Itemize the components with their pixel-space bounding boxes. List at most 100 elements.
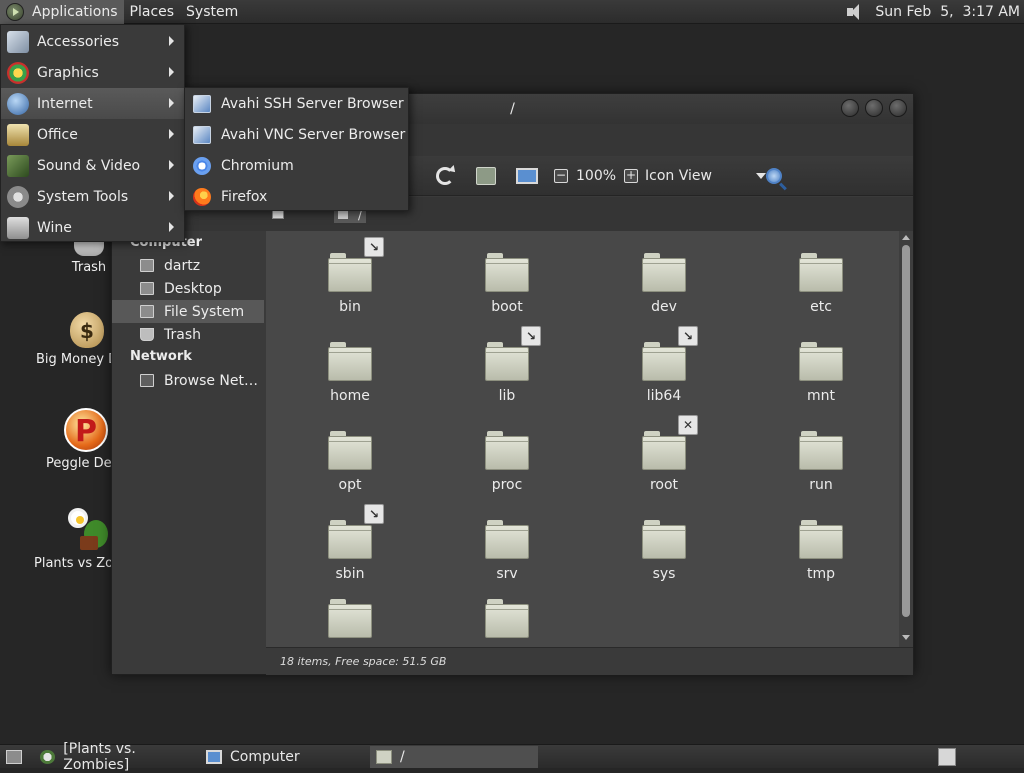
folder-icon (642, 520, 686, 560)
sidebar-item-desktop[interactable]: Desktop (112, 277, 264, 300)
folder-sys[interactable]: sys (614, 520, 714, 582)
menu-item-sound-video[interactable]: Sound & Video (1, 150, 184, 181)
wine-icon (7, 216, 29, 239)
folder-etc[interactable]: etc (771, 253, 871, 315)
sidebar-item-label: Trash (164, 326, 201, 343)
view-mode-select[interactable]: Icon View (645, 164, 766, 188)
scroll-up-arrow[interactable] (902, 235, 910, 240)
computer-button[interactable] (516, 164, 538, 188)
top-panel: Applications Places System Sun Feb 5, 3:… (0, 0, 1024, 24)
folder-home[interactable]: home (300, 342, 400, 404)
system-label: System (186, 3, 239, 20)
vertical-scrollbar[interactable] (899, 231, 913, 647)
close-button[interactable] (889, 99, 907, 117)
file-label: boot (491, 299, 523, 315)
avahi-icon (193, 94, 211, 113)
menu-item-avahi-vnc[interactable]: Avahi VNC Server Browser (185, 119, 408, 150)
folder-icon (376, 750, 392, 764)
file-label: bin (339, 299, 361, 315)
maximize-button[interactable] (865, 99, 883, 117)
chevron-right-icon (169, 129, 174, 139)
scrollbar-thumb[interactable] (902, 245, 910, 617)
file-label: tmp (806, 566, 835, 582)
home-button[interactable] (476, 164, 496, 188)
status-bar: 18 items, Free space: 51.5 GB (266, 647, 913, 675)
office-icon (7, 123, 29, 146)
menu-item-chromium[interactable]: Chromium (185, 150, 408, 181)
bottom-panel: [Plants vs. Zombies] Computer / (0, 741, 1024, 773)
file-label: run (809, 477, 833, 493)
folder-mnt[interactable]: mnt (771, 342, 871, 404)
folder-icon: ↘ (328, 504, 384, 560)
folder-lib[interactable]: ↘ lib (457, 326, 557, 404)
menu-item-label: Office (37, 126, 78, 143)
task-computer[interactable]: Computer (200, 746, 368, 768)
chromium-icon (193, 156, 211, 175)
task-plants-vs-zombies[interactable]: [Plants vs. Zombies] (34, 741, 200, 773)
menu-item-label: Chromium (221, 157, 294, 174)
graphics-icon (7, 61, 29, 84)
sidebar-item-label: Browse Net… (164, 372, 259, 389)
sidebar-item-dartz[interactable]: dartz (112, 254, 264, 277)
view-mode-label: Icon View (645, 168, 712, 184)
menu-item-avahi-ssh[interactable]: Avahi SSH Server Browser (185, 88, 408, 119)
globe-icon (7, 92, 29, 115)
menu-item-wine[interactable]: Wine (1, 212, 184, 243)
menu-item-graphics[interactable]: Graphics (1, 57, 184, 88)
clock[interactable]: Sun Feb 5, 3:17 AM (875, 4, 1020, 20)
folder-item[interactable] (457, 599, 557, 639)
folder-run[interactable]: run (771, 431, 871, 493)
file-label: proc (491, 477, 523, 493)
symlink-emblem-icon: ↘ (364, 237, 384, 257)
applications-menu[interactable]: Applications (0, 0, 124, 24)
sidebar-item-browse-network[interactable]: Browse Net… (112, 369, 264, 392)
zoom-out-button[interactable]: − (554, 169, 568, 183)
folder-srv[interactable]: srv (457, 520, 557, 582)
menu-item-system-tools[interactable]: System Tools (1, 181, 184, 212)
menu-item-firefox[interactable]: Firefox (185, 181, 408, 212)
sidebar-item-file-system[interactable]: File System (112, 300, 264, 323)
zoom-in-button[interactable]: + (624, 169, 639, 183)
system-menu[interactable]: System (180, 0, 244, 24)
folder-item[interactable] (300, 599, 400, 639)
folder-bin[interactable]: ↘ bin (300, 237, 400, 315)
folder-icon: ↘ (328, 237, 384, 293)
folder-root[interactable]: ✕ root (614, 415, 714, 493)
folder-tmp[interactable]: tmp (771, 520, 871, 582)
task-label: Computer (230, 749, 300, 765)
task-file-system[interactable]: / (370, 746, 538, 768)
panel-tray: Sun Feb 5, 3:17 AM (845, 0, 1020, 24)
menu-item-internet[interactable]: Internet (1, 88, 184, 119)
folder-icon (799, 342, 843, 382)
menu-item-accessories[interactable]: Accessories (1, 26, 184, 57)
sidebar-item-trash[interactable]: Trash (112, 323, 264, 346)
folder-lib64[interactable]: ↘ lib64 (614, 326, 714, 404)
folder-boot[interactable]: boot (457, 253, 557, 315)
drive-icon (140, 305, 154, 318)
search-button[interactable] (766, 164, 782, 188)
file-label: mnt (807, 388, 835, 404)
volume-icon[interactable] (845, 3, 867, 21)
folder-sbin[interactable]: ↘ sbin (300, 504, 400, 582)
show-desktop-button[interactable] (0, 746, 30, 768)
menu-item-office[interactable]: Office (1, 119, 184, 150)
sidebar-item-label: File System (164, 303, 245, 320)
folder-dev[interactable]: dev (614, 253, 714, 315)
accessories-icon (7, 30, 29, 53)
computer-icon (206, 750, 222, 764)
places-menu[interactable]: Places (124, 0, 181, 24)
sidebar-item-label: dartz (164, 257, 201, 274)
chevron-right-icon (169, 36, 174, 46)
folder-icon (328, 431, 372, 471)
scroll-down-arrow[interactable] (902, 635, 910, 640)
sidebar-item-label: Desktop (164, 280, 222, 297)
reload-button[interactable] (436, 164, 454, 188)
menu-item-label: Avahi SSH Server Browser (221, 95, 404, 112)
folder-icon (328, 342, 372, 382)
workspace-switcher[interactable] (938, 748, 956, 766)
minimize-button[interactable] (841, 99, 859, 117)
folder-opt[interactable]: opt (300, 431, 400, 493)
firefox-icon (193, 187, 211, 206)
chevron-right-icon (169, 191, 174, 201)
folder-proc[interactable]: proc (457, 431, 557, 493)
